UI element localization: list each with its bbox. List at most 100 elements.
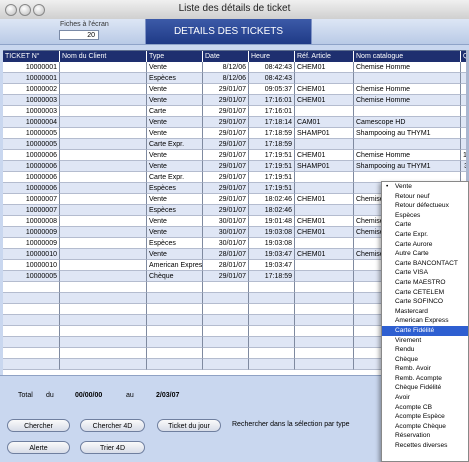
table-row[interactable]: 10000004 Vente 29/01/07 17:18:14 CAM01 Camesc… (3, 117, 469, 128)
menu-item-label: Acompte Chèque (395, 422, 446, 430)
menu-item[interactable]: Remb. Acompte (382, 374, 468, 384)
menu-item[interactable]: Avoir (382, 393, 468, 403)
table-cell: CHEM01 (295, 95, 354, 106)
menu-item[interactable]: Espèces (382, 211, 468, 221)
table-cell: Vente (147, 161, 203, 172)
menu-item-label: Remb. Avoir (395, 365, 431, 373)
table-cell: Vente (147, 117, 203, 128)
menu-item[interactable]: American Express (382, 316, 468, 326)
menu-item[interactable]: Carte Expr. (382, 230, 468, 240)
table-cell (3, 359, 60, 370)
table-cell (147, 304, 203, 315)
menu-item[interactable]: Remb. Avoir (382, 364, 468, 374)
table-cell: 10000006 (3, 172, 60, 183)
table-row[interactable]: 10000001 Espèces 8/12/06 08:42:43 (3, 73, 469, 84)
table-cell (295, 315, 354, 326)
table-cell: 29/01/07 (203, 106, 249, 117)
table-cell (147, 293, 203, 304)
column-header[interactable]: Date (203, 51, 249, 62)
table-cell: 18:02:46 (249, 205, 295, 216)
table-row[interactable]: 10000003 Vente 29/01/07 17:16:01 CHEM01 Chemi… (3, 95, 469, 106)
menu-item[interactable]: Carte BANCONTACT (382, 259, 468, 269)
table-cell (147, 315, 203, 326)
table-cell: 10000006 (3, 183, 60, 194)
table-cell: 30/01/07 (203, 238, 249, 249)
menu-item[interactable]: Retour neuf (382, 192, 468, 202)
table-row[interactable]: 10000005 Carte Expr. 29/01/07 17:18:59 (3, 139, 469, 150)
column-header[interactable]: Nom du Client (60, 51, 147, 62)
menu-item[interactable]: Retour défectueux (382, 201, 468, 211)
table-cell: 19:03:08 (249, 227, 295, 238)
table-row[interactable]: 10000006 Vente 29/01/07 17:19:51 CHEM01 Chemi… (3, 150, 469, 161)
table-cell: 10000007 (3, 205, 60, 216)
table-cell (60, 106, 147, 117)
column-header[interactable]: Heure (249, 51, 295, 62)
table-cell: CHEM01 (295, 150, 354, 161)
menu-item-label: Carte MAESTRO (395, 278, 446, 286)
table-cell (3, 293, 60, 304)
menu-item-label: Chèque Fidélité (395, 384, 442, 392)
alerte-button[interactable]: Alerte (7, 441, 70, 454)
chercher-4d-button[interactable]: Chercher 4D (80, 419, 145, 432)
menu-item[interactable]: Virement (382, 336, 468, 346)
menu-item[interactable]: Carte Aurore (382, 240, 468, 250)
menu-item[interactable]: Carte MAESTRO (382, 278, 468, 288)
menu-item[interactable]: Autre Carte (382, 249, 468, 259)
table-cell: 10000003 (3, 106, 60, 117)
au-label: au (126, 392, 134, 399)
column-header[interactable]: Nom catalogue (354, 51, 461, 62)
menu-item[interactable]: Réservation (382, 431, 468, 441)
table-cell (203, 293, 249, 304)
menu-item[interactable]: • Vente (382, 182, 468, 192)
table-row[interactable]: 10000006 Vente 29/01/07 17:19:51 SHAMP01 Sham… (3, 161, 469, 172)
column-header[interactable]: Réf. Article (295, 51, 354, 62)
table-cell: 10000007 (3, 194, 60, 205)
table-cell (295, 205, 354, 216)
table-cell: CHEM01 (295, 249, 354, 260)
menu-item[interactable]: Chèque (382, 355, 468, 365)
table-cell: 8/12/06 (203, 62, 249, 73)
table-row[interactable]: 10000002 Vente 29/01/07 09:05:37 CHEM01 Chemi… (3, 84, 469, 95)
menu-item-label: Carte CETELEM (395, 288, 445, 296)
menu-item[interactable]: Recettes diverses (382, 441, 468, 451)
table-cell (249, 359, 295, 370)
table-cell (60, 150, 147, 161)
trier-4d-button[interactable]: Trier 4D (80, 441, 145, 454)
menu-item[interactable]: Carte CETELEM (382, 288, 468, 298)
table-row[interactable]: 10000005 Vente 29/01/07 17:18:59 SHAMP01 Sham… (3, 128, 469, 139)
menu-item[interactable]: Acompte Espèce (382, 412, 468, 422)
page-banner: DETAILS DES TICKETS (145, 19, 312, 44)
menu-item[interactable]: Carte Fidélité (382, 325, 468, 336)
menu-item[interactable]: Chèque Fidélité (382, 383, 468, 393)
column-header[interactable]: TICKET N° (3, 51, 60, 62)
window-title: Liste des détails de ticket (178, 3, 291, 14)
table-cell (3, 304, 60, 315)
menu-item[interactable]: Rendu (382, 345, 468, 355)
table-cell (60, 249, 147, 260)
menu-item-label: Carte Expr. (395, 230, 428, 238)
table-cell: 10000009 (3, 227, 60, 238)
table-cell: Chèque (147, 271, 203, 282)
menu-item[interactable]: Carte VISA (382, 268, 468, 278)
ticket-du-jour-button[interactable]: Ticket du jour (157, 419, 221, 432)
chercher-button[interactable]: Chercher (7, 419, 70, 432)
menu-item-label: Carte Aurore (395, 240, 433, 248)
menu-item[interactable]: Carte SOFINCO (382, 297, 468, 307)
type-dropdown-menu: • Vente Retour neuf Retour défectueux Espèce… (381, 181, 469, 462)
table-cell (249, 326, 295, 337)
table-cell: Carte Expr. (147, 172, 203, 183)
table-cell: 28/01/07 (203, 249, 249, 260)
table-cell: 10000005 (3, 271, 60, 282)
menu-item[interactable]: Carte (382, 220, 468, 230)
fiches-count-field[interactable]: 20 (59, 30, 99, 40)
table-cell (295, 183, 354, 194)
table-cell: 18:02:46 (249, 194, 295, 205)
table-row[interactable]: 10000003 Carte 29/01/07 17:16:01 (3, 106, 469, 117)
table-cell: 29/01/07 (203, 117, 249, 128)
menu-item[interactable]: Acompte Chèque (382, 422, 468, 432)
menu-item[interactable]: Acompte CB (382, 403, 468, 413)
column-header[interactable]: Type (147, 51, 203, 62)
menu-item[interactable]: Mastercard (382, 307, 468, 317)
table-row[interactable]: 10000001 Vente 8/12/06 08:42:43 CHEM01 Chemis… (3, 62, 469, 73)
table-cell: Espèces (147, 183, 203, 194)
